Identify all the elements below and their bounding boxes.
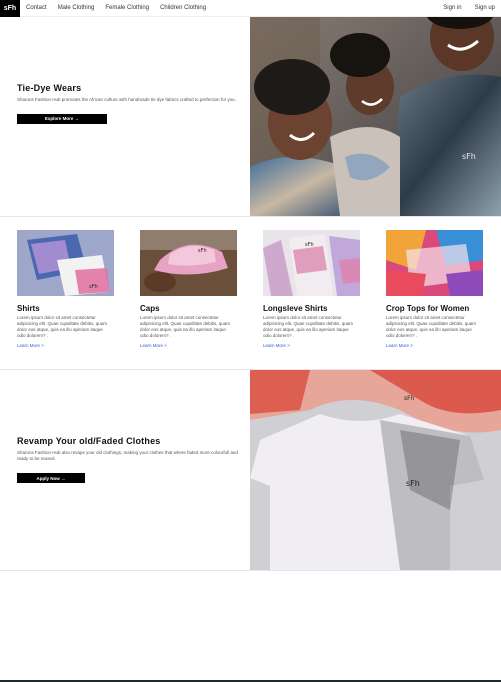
shirts-image: sFh	[17, 230, 114, 296]
revamp-description: Sharons Fashion Hub also revaps your old…	[17, 450, 238, 462]
learn-more-link[interactable]: Learn More >	[263, 343, 363, 348]
page: sFh Contact Male Clothing Female Clothin…	[0, 0, 501, 682]
caps-image: sFh	[140, 230, 237, 296]
svg-text:sFh: sFh	[406, 479, 420, 488]
category-card-shirts: sFh Shirts Lorem ipsum dolor sit amet co…	[17, 230, 117, 348]
category-card-crop-tops: Crop Tops for Women Lorem ipsum dolor si…	[386, 230, 486, 348]
revamp-title: Revamp Your old/Faded Clothes	[17, 436, 161, 446]
revamp-image-tshirts: sFh sFh	[250, 370, 501, 570]
category-title: Shirts	[17, 304, 40, 313]
section-divider	[0, 570, 501, 571]
svg-text:sFh: sFh	[89, 284, 98, 290]
nav-link-female-clothing[interactable]: Female Clothing	[105, 5, 149, 11]
nav-link-children-clothing[interactable]: Children Clothing	[160, 5, 206, 11]
categories-section: sFh Shirts Lorem ipsum dolor sit amet co…	[0, 217, 501, 370]
category-title: Crop Tops for Women	[386, 304, 470, 313]
category-text: Lorem ipsum dolor sit amet consectetur a…	[17, 315, 108, 339]
nav-links: Contact Male Clothing Female Clothing Ch…	[26, 5, 217, 11]
nav-link-male-clothing[interactable]: Male Clothing	[58, 5, 95, 11]
nav-link-contact[interactable]: Contact	[26, 5, 47, 11]
svg-text:sFh: sFh	[198, 248, 207, 254]
auth-links: Sign in Sign up	[430, 5, 501, 11]
category-text: Lorem ipsum dolor sit amet consectetur a…	[263, 315, 354, 339]
hero-image-family: sFh	[250, 17, 501, 216]
crop-tops-image	[386, 230, 483, 296]
apply-now-button[interactable]: Apply Now →	[17, 473, 85, 484]
category-title: Caps	[140, 304, 160, 313]
explore-more-button[interactable]: Explore More →	[17, 113, 107, 124]
category-card-caps: sFh Caps Lorem ipsum dolor sit amet cons…	[140, 230, 240, 348]
hero-description: Sharons Fashion Hub promotes the African…	[17, 97, 236, 102]
svg-text:sFh: sFh	[305, 242, 314, 248]
revamp-section: Revamp Your old/Faded Clothes Sharons Fa…	[0, 370, 501, 570]
category-title: Longsleve Shirts	[263, 304, 328, 313]
category-text: Lorem ipsum dolor sit amet consectetur a…	[386, 315, 477, 339]
top-navbar: sFh Contact Male Clothing Female Clothin…	[0, 0, 501, 17]
learn-more-link[interactable]: Learn More >	[17, 343, 117, 348]
hero-section: Tie-Dye Wears Sharons Fashion Hub promot…	[0, 17, 501, 216]
category-text: Lorem ipsum dolor sit amet consectetur a…	[140, 315, 231, 339]
sign-up-link[interactable]: Sign up	[475, 5, 495, 11]
longsleeve-shirts-image: sFh	[263, 230, 360, 296]
svg-text:sFh: sFh	[404, 395, 415, 402]
hero-title: Tie-Dye Wears	[17, 83, 82, 93]
revamp-text: Revamp Your old/Faded Clothes Sharons Fa…	[17, 436, 241, 485]
svg-text:sFh: sFh	[462, 152, 476, 161]
learn-more-link[interactable]: Learn More >	[140, 343, 240, 348]
sign-in-link[interactable]: Sign in	[443, 5, 461, 11]
brand-logo[interactable]: sFh	[0, 0, 20, 17]
hero-text: Tie-Dye Wears Sharons Fashion Hub promot…	[17, 83, 241, 125]
category-card-longsleeve-shirts: sFh Longsleve Shirts Lorem ipsum dolor s…	[263, 230, 363, 348]
learn-more-link[interactable]: Learn More >	[386, 343, 486, 348]
